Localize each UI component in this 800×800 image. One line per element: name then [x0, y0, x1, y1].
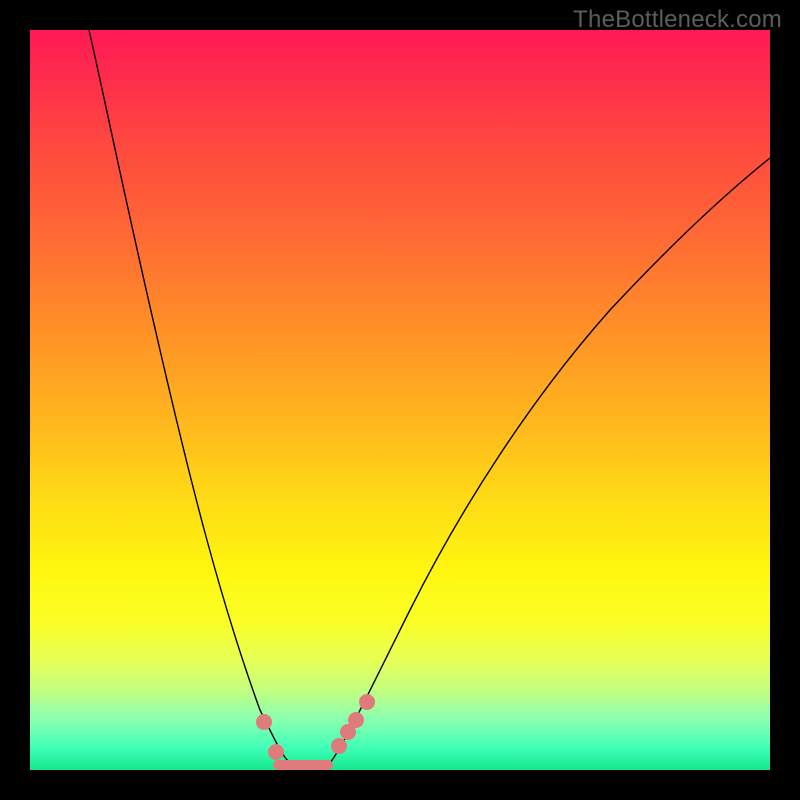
plot-area: [30, 30, 770, 770]
marker-right-1: [331, 738, 347, 754]
marker-right-3: [348, 712, 364, 728]
watermark-text: TheBottleneck.com: [573, 6, 782, 34]
chart-frame: TheBottleneck.com: [0, 0, 800, 800]
marker-left-1: [256, 714, 272, 730]
left-curve: [89, 30, 290, 763]
curves-layer: [30, 30, 770, 770]
marker-right-4: [359, 694, 375, 710]
marker-left-2: [268, 744, 284, 760]
right-curve: [330, 158, 770, 763]
